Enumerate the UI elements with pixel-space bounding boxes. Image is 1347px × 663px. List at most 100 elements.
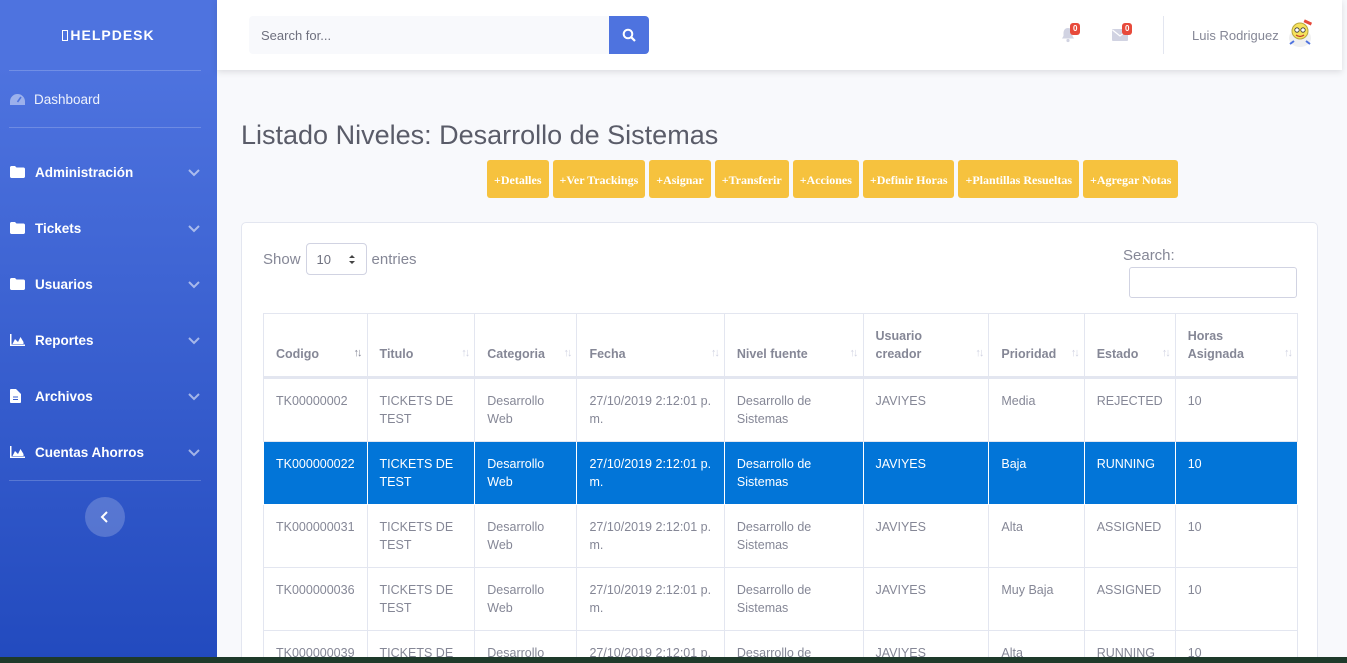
taskbar-strip: [0, 657, 1347, 663]
column-header-label: Categoria: [487, 347, 545, 361]
sidebar-item-label: Dashboard: [34, 91, 101, 107]
column-header-label: Usuario: [875, 329, 923, 343]
sidebar-toggle-button[interactable]: [85, 497, 125, 537]
table-cell: 27/10/2019 2:12:01 p. m.: [576, 377, 725, 442]
sidebar-item-usuarios[interactable]: Usuarios: [0, 256, 217, 312]
messages-button[interactable]: 0: [1112, 23, 1134, 46]
sidebar-item-archivos[interactable]: Archivos: [0, 368, 217, 424]
column-header[interactable]: Estado ↑↓: [1083, 313, 1176, 379]
table-row[interactable]: TK000000022 TICKETS DE TEST Desarrollo Web…: [263, 441, 1299, 505]
action-button-asignar[interactable]: +Asignar: [649, 160, 711, 198]
table-cell: 27/10/2019 2:12:01 p. m.: [576, 504, 725, 568]
sidebar-item-label: Usuarios: [35, 276, 93, 292]
table-cell: JAVIYES: [862, 504, 990, 568]
search-button[interactable]: [609, 16, 649, 54]
column-header-label: Titulo: [379, 347, 414, 361]
file-icon: [10, 389, 25, 403]
table-cell: 10: [1174, 567, 1299, 631]
alerts-button[interactable]: 0: [1060, 23, 1082, 46]
column-header[interactable]: Prioridad ↑↓: [988, 313, 1085, 379]
table-cell: TK000000022: [263, 441, 368, 505]
column-header-label: Nivel fuente: [736, 347, 808, 361]
table-cell: Baja: [988, 441, 1085, 505]
column-header-label: Fecha: [589, 347, 626, 361]
sidebar-item-label: Tickets: [35, 220, 82, 236]
table-cell: REJECTED: [1083, 377, 1176, 442]
table-cell: Alta: [988, 504, 1085, 568]
table-cell: 27/10/2019 2:12:01 p. m.: [576, 567, 725, 631]
column-header-label: Prioridad: [1001, 347, 1057, 361]
action-button-transferir[interactable]: +Transferir: [714, 160, 789, 198]
table-cell: JAVIYES: [862, 377, 990, 442]
chevron-down-icon: [188, 281, 200, 289]
table-cell: JAVIYES: [862, 441, 990, 505]
table-cell: ASSIGNED: [1083, 504, 1176, 568]
entries-select[interactable]: 10: [305, 243, 367, 275]
action-button-acciones[interactable]: +Acciones: [792, 160, 859, 198]
brand-logo[interactable]: HELPDESK: [0, 0, 217, 70]
table-cell: TK000000031: [263, 504, 368, 568]
table-cell: TK00000002: [263, 377, 368, 442]
table-row[interactable]: TK000000036 TICKETS DE TEST Desarrollo Web…: [263, 567, 1299, 631]
column-header-label: Codigo: [276, 347, 320, 361]
column-header[interactable]: Horas Asignada ↑↓: [1174, 313, 1299, 379]
sidebar: HELPDESK Dashboard Administración Ticket…: [0, 0, 217, 663]
sidebar-item-dashboard[interactable]: Dashboard: [0, 71, 217, 127]
table-cell: Desarrollo Web: [474, 567, 578, 631]
table-cell: TICKETS DE TEST: [366, 504, 476, 568]
topbar-search: [249, 16, 649, 54]
column-header-label-line2: Asignada: [1187, 347, 1244, 361]
table-cell: JAVIYES: [862, 567, 990, 631]
action-button-definir-horas[interactable]: +Definir Horas: [862, 160, 955, 198]
table-cell: 27/10/2019 2:12:01 p. m.: [576, 441, 725, 505]
column-header[interactable]: Nivel fuente ↑↓: [723, 313, 864, 379]
sidebar-item-administraci-n[interactable]: Administración: [0, 144, 217, 200]
column-header-label-line2: creador: [875, 347, 922, 361]
table-body: TK00000002 TICKETS DE TEST Desarrollo Web 2…: [263, 377, 1299, 663]
table-cell: ASSIGNED: [1083, 567, 1176, 631]
avatar[interactable]: [1285, 18, 1315, 50]
topbar-divider: [1163, 16, 1164, 54]
alerts-badge: 0: [1070, 23, 1081, 35]
table-cell: 10: [1174, 441, 1299, 505]
search-input[interactable]: [249, 16, 609, 54]
column-header[interactable]: Fecha ↑↓: [576, 313, 725, 379]
table-cell: Desarrollo Web: [474, 441, 578, 505]
table-cell: Desarrollo Web: [474, 377, 578, 442]
column-header[interactable]: Categoria ↑↓: [474, 313, 578, 379]
sidebar-menu: Administración Tickets Usuarios Reportes…: [0, 128, 217, 480]
search-icon: [622, 28, 636, 42]
messages-badge: 0: [1122, 23, 1133, 35]
column-header[interactable]: Titulo ↑↓: [366, 313, 476, 379]
chevron-down-icon: [188, 393, 200, 401]
sidebar-item-reportes[interactable]: Reportes: [0, 312, 217, 368]
sidebar-item-tickets[interactable]: Tickets: [0, 200, 217, 256]
folder-icon: [10, 165, 25, 179]
sidebar-item-cuentas-ahorros[interactable]: Cuentas Ahorros: [0, 424, 217, 480]
action-button-ver-trackings[interactable]: +Ver Trackings: [552, 160, 646, 198]
table-cell: TICKETS DE TEST: [366, 377, 476, 442]
action-button-detalles[interactable]: +Detalles: [487, 160, 549, 198]
table-cell: Desarrollo de Sistemas: [723, 504, 864, 568]
folder-icon: [10, 221, 25, 235]
action-button-agregar-notas[interactable]: +Agregar Notas: [1083, 160, 1179, 198]
sort-icon: ↑↓: [1070, 347, 1080, 359]
sidebar-item-label: Reportes: [35, 332, 94, 348]
sidebar-item-label: Administración: [35, 164, 134, 180]
tachometer-icon: [9, 93, 26, 106]
column-header[interactable]: Usuario creador ↑↓: [862, 313, 990, 379]
user-name[interactable]: Luis Rodriguez: [1192, 28, 1279, 43]
column-header[interactable]: Codigo ↑↓: [263, 313, 368, 379]
sort-icon: ↑↓: [1284, 347, 1293, 359]
table-search-input[interactable]: [1129, 267, 1297, 298]
brand-icon: [62, 29, 69, 41]
action-buttons: +Detalles +Ver Trackings +Asignar +Transfer…: [487, 160, 1179, 198]
sort-icon: ↑↓: [1161, 347, 1171, 359]
table-cell: TICKETS DE TEST: [366, 441, 476, 505]
table-row[interactable]: TK00000002 TICKETS DE TEST Desarrollo Web 2…: [263, 377, 1299, 442]
action-button-plantillas-resueltas[interactable]: +Plantillas Resueltas: [958, 160, 1079, 198]
table-header-row: Codigo ↑↓ Titulo ↑↓ Categoria ↑↓ Fecha ↑↓ Nivel …: [263, 313, 1299, 379]
sort-icon: ↑↓: [353, 347, 363, 359]
chart-area-icon: [10, 333, 25, 347]
table-row[interactable]: TK000000031 TICKETS DE TEST Desarrollo Web…: [263, 504, 1299, 568]
